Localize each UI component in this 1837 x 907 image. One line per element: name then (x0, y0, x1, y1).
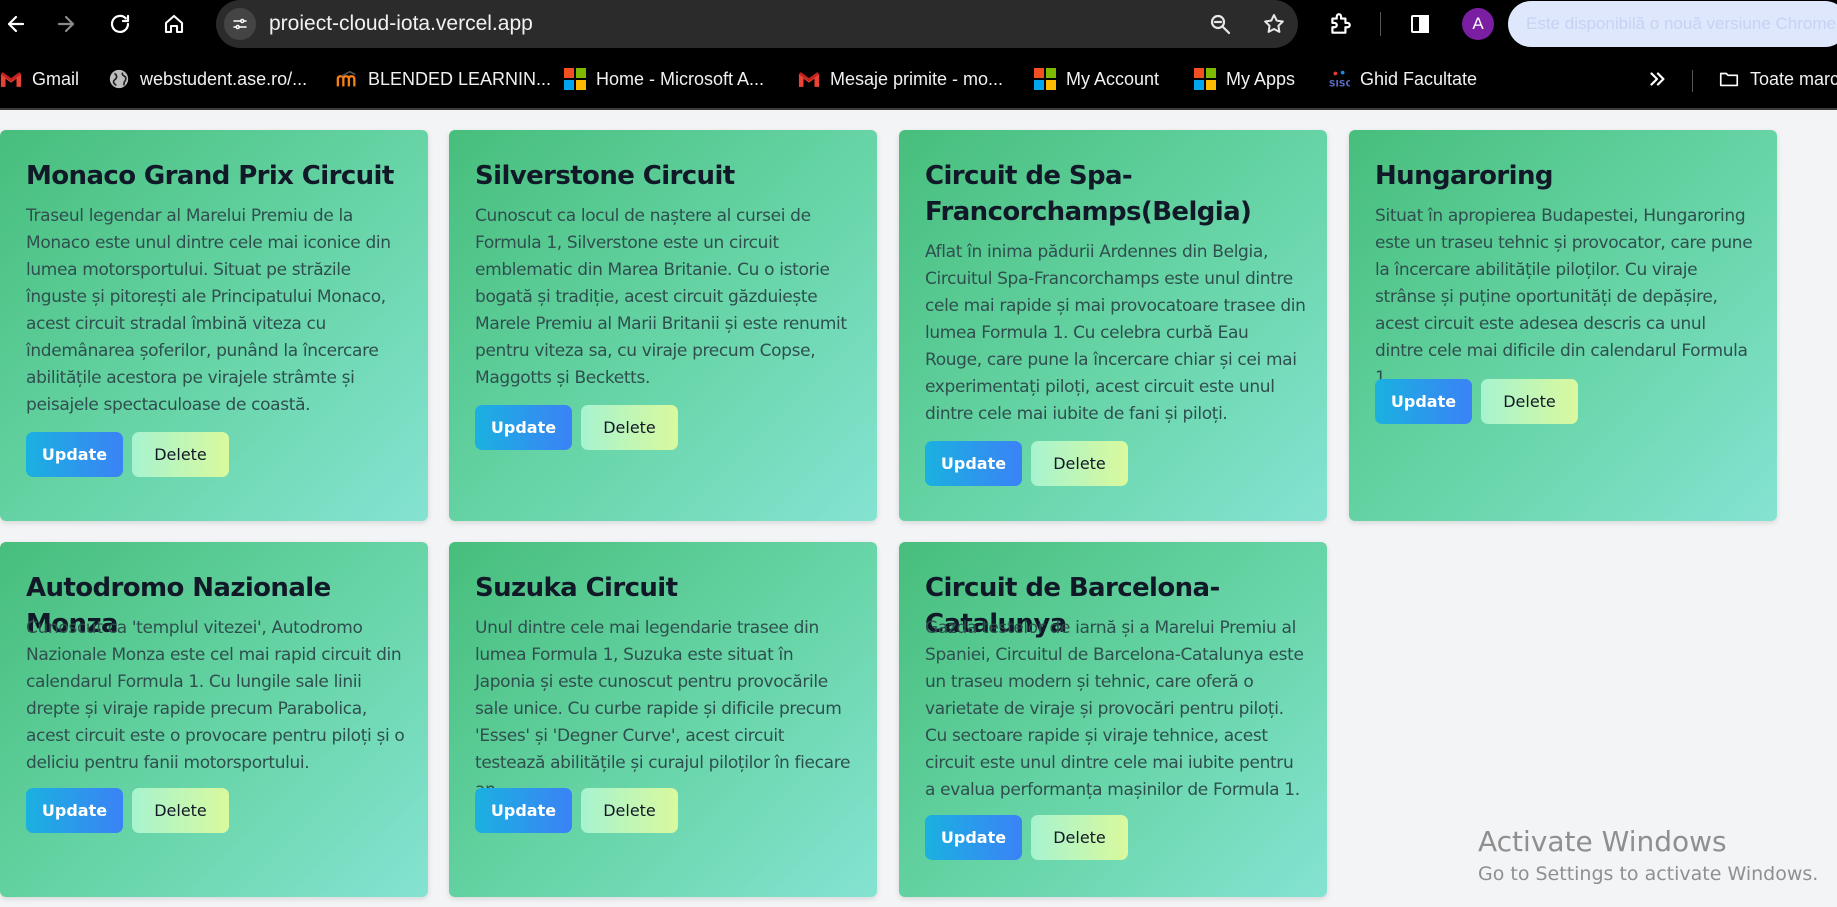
circuit-card: Circuit de Spa-Francorchamps(Belgia) Afl… (899, 130, 1327, 521)
reload-icon[interactable] (104, 8, 136, 40)
activate-windows-watermark: Activate Windows Go to Settings to activ… (1478, 825, 1818, 889)
bookmark-webstudent[interactable]: webstudent.ase.ro/... (108, 66, 307, 92)
circuit-card: Hungaroring Situat în apropierea Budapes… (1349, 130, 1777, 521)
circuit-card: Silverstone Circuit Cunoscut ca locul de… (449, 130, 877, 521)
bookmark-star-icon[interactable] (1262, 12, 1286, 36)
chrome-update-button[interactable]: Este disponibilă o nouă versiune Chrome (1508, 1, 1837, 47)
address-bar[interactable]: proiect-cloud-iota.vercel.app (216, 0, 1298, 48)
circuit-card: Circuit de Barcelona-Catalunya Gazda tes… (899, 542, 1327, 897)
update-button[interactable]: Update (26, 788, 123, 833)
update-button[interactable]: Update (925, 815, 1022, 860)
bookmark-my-apps[interactable]: My Apps (1194, 66, 1295, 92)
circuit-description: Situat în apropierea Budapestei, Hungaro… (1375, 206, 1753, 388)
bookmark-my-account[interactable]: My Account (1034, 66, 1159, 92)
circuit-description: Cunoscut ca locul de naștere al cursei d… (475, 206, 847, 388)
folder-icon (1718, 68, 1740, 90)
circuit-card: Autodromo Nazionale Monza Cunoscut ca 't… (0, 542, 428, 897)
delete-button[interactable]: Delete (1481, 379, 1578, 424)
site-info-icon[interactable] (224, 8, 256, 40)
extensions-icon[interactable] (1326, 10, 1354, 38)
home-icon[interactable] (158, 8, 190, 40)
update-notice-text: Este disponibilă o nouă versiune Chrome (1526, 14, 1836, 33)
circuit-title: Hungaroring (1375, 161, 1553, 191)
toolbar-divider (1380, 12, 1381, 36)
zoom-icon[interactable] (1208, 12, 1232, 36)
globe-icon (108, 68, 130, 90)
delete-button[interactable]: Delete (1031, 815, 1128, 860)
circuit-description: Gazda testelor de iarnă și a Marelui Pre… (925, 618, 1304, 800)
bookmark-microsoft-home[interactable]: Home - Microsoft A... (564, 66, 764, 92)
circuit-description: Cunoscut ca 'templul vitezei', Autodromo… (26, 618, 405, 773)
update-button[interactable]: Update (1375, 379, 1472, 424)
circuit-title: Silverstone Circuit (475, 161, 735, 191)
bookmark-gmail[interactable]: Gmail (0, 66, 79, 92)
update-button[interactable]: Update (26, 432, 123, 477)
bookmark-mesaje-primite[interactable]: Mesaje primite - mo... (798, 66, 1003, 92)
forward-icon[interactable] (50, 8, 82, 40)
side-panel-icon[interactable] (1406, 10, 1434, 38)
watermark-subtitle: Go to Settings to activate Windows. (1478, 863, 1819, 885)
moodle-icon (336, 68, 358, 90)
microsoft-icon (564, 68, 586, 90)
delete-button[interactable]: Delete (1031, 441, 1128, 486)
circuit-description: Traseul legendar al Marelui Premiu de la… (26, 206, 391, 415)
browser-toolbar: proiect-cloud-iota.vercel.app A Este dis… (0, 0, 1837, 48)
circuit-card: Suzuka Circuit Unul dintre cele mai lege… (449, 542, 877, 897)
bookmarks-bar: Gmail webstudent.ase.ro/... BLENDED LEAR… (0, 48, 1837, 110)
circuit-title: Circuit de Spa-Francorchamps(Belgia) (925, 161, 1252, 227)
update-button[interactable]: Update (475, 788, 572, 833)
microsoft-icon (1194, 68, 1216, 90)
url-text[interactable]: proiect-cloud-iota.vercel.app (269, 12, 533, 36)
gmail-icon (0, 68, 22, 90)
watermark-title: Activate Windows (1478, 825, 1727, 858)
circuit-title: Suzuka Circuit (475, 573, 678, 603)
more-bookmarks-icon[interactable] (1646, 66, 1668, 92)
circuit-description: Unul dintre cele mai legendarie trasee d… (475, 618, 851, 800)
update-button[interactable]: Update (475, 405, 572, 450)
sisc-icon: SISC (1328, 68, 1350, 90)
bookmark-blended-learning[interactable]: BLENDED LEARNIN... (336, 66, 551, 92)
delete-button[interactable]: Delete (581, 788, 678, 833)
circuit-card: Monaco Grand Prix Circuit Traseul legend… (0, 130, 428, 521)
avatar: A (1462, 8, 1494, 40)
bookmark-ghid-facultate[interactable]: SISC Ghid Facultate (1328, 66, 1477, 92)
circuit-title: Monaco Grand Prix Circuit (26, 161, 394, 191)
all-bookmarks-folder[interactable]: Toate marcajele (1718, 66, 1837, 92)
profile-button[interactable]: A (1452, 0, 1504, 48)
microsoft-icon (1034, 68, 1056, 90)
svg-text:SISC: SISC (1329, 78, 1350, 89)
delete-button[interactable]: Delete (132, 432, 229, 477)
delete-button[interactable]: Delete (581, 405, 678, 450)
gmail-icon (798, 68, 820, 90)
delete-button[interactable]: Delete (132, 788, 229, 833)
back-icon[interactable] (0, 8, 32, 40)
update-button[interactable]: Update (925, 441, 1022, 486)
circuit-description: Aflat în inima pădurii Ardennes din Belg… (925, 242, 1306, 424)
bookmarks-divider (1692, 70, 1693, 92)
